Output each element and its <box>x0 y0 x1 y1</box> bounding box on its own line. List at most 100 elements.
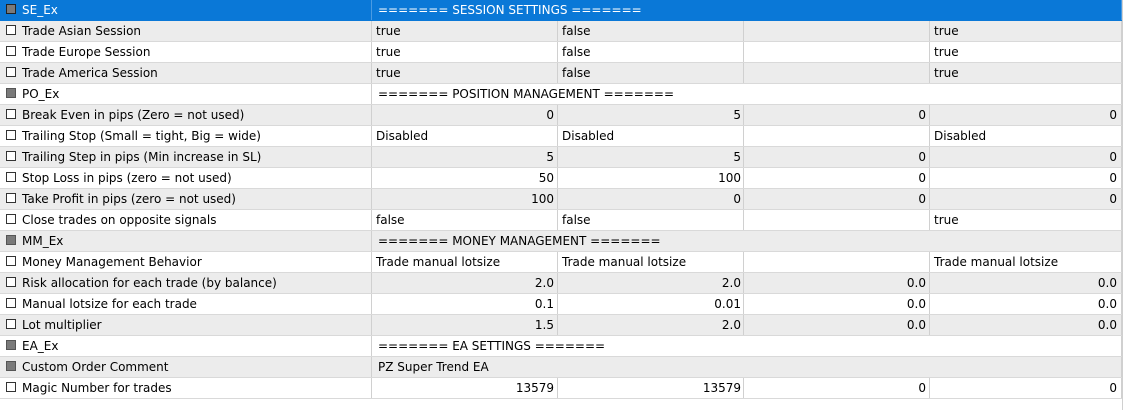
value-cell-col-4[interactable]: Disabled <box>930 126 1122 146</box>
parameter-row[interactable]: Take Profit in pips (zero = not used) 100… <box>0 189 1132 210</box>
parameter-name: Trade Asian Session <box>0 21 372 41</box>
value-cell-col-2[interactable]: 100 <box>558 168 744 188</box>
value-cell-col-4[interactable]: true <box>930 210 1122 230</box>
section-header-value[interactable]: ======= POSITION MANAGEMENT ======= <box>372 84 1122 104</box>
parameter-name: EA_Ex <box>0 336 372 356</box>
value-cell-col-1[interactable]: 2.0 <box>372 273 558 293</box>
value-cell-col-2[interactable]: false <box>558 210 744 230</box>
parameter-row[interactable]: PO_Ex ======= POSITION MANAGEMENT ======= <box>0 84 1132 105</box>
parameter-row[interactable]: Trailing Stop (Small = tight, Big = wide… <box>0 126 1132 147</box>
parameter-name: Trailing Stop (Small = tight, Big = wide… <box>0 126 372 146</box>
section-header-value[interactable]: PZ Super Trend EA <box>372 357 1122 377</box>
value-cell-col-3[interactable] <box>744 42 930 62</box>
value-cell-col-1[interactable]: true <box>372 21 558 41</box>
value-cell-col-4[interactable]: 0 <box>930 168 1122 188</box>
value-cell-col-1[interactable]: true <box>372 42 558 62</box>
parameter-name: Break Even in pips (Zero = not used) <box>0 105 372 125</box>
value-cell-col-1[interactable]: true <box>372 63 558 83</box>
value-cell-col-2[interactable]: 2.0 <box>558 273 744 293</box>
value-cell-col-3[interactable]: 0.0 <box>744 315 930 335</box>
value-cell-col-3[interactable]: 0 <box>744 147 930 167</box>
parameter-row[interactable]: Trade Europe Session true false true <box>0 42 1132 63</box>
parameter-name: Magic Number for trades <box>0 378 372 398</box>
parameter-row[interactable]: Lot multiplier 1.5 2.0 0.0 0.0 <box>0 315 1132 336</box>
parameter-row[interactable]: EA_Ex ======= EA SETTINGS ======= <box>0 336 1132 357</box>
value-cell-col-1[interactable]: 0 <box>372 105 558 125</box>
value-cell-col-1[interactable]: 100 <box>372 189 558 209</box>
section-header-value[interactable]: ======= MONEY MANAGEMENT ======= <box>372 231 1122 251</box>
parameter-name: Custom Order Comment <box>0 357 372 377</box>
parameter-name: PO_Ex <box>0 84 372 104</box>
value-cell-col-3[interactable] <box>744 126 930 146</box>
section-header-value[interactable]: ======= EA SETTINGS ======= <box>372 336 1122 356</box>
parameter-name: Trailing Step in pips (Min increase in S… <box>0 147 372 167</box>
parameter-row[interactable]: Risk allocation for each trade (by balan… <box>0 273 1132 294</box>
value-cell-col-3[interactable] <box>744 63 930 83</box>
parameter-row[interactable]: Money Management Behavior Trade manual lo… <box>0 252 1132 273</box>
value-cell-col-3[interactable]: 0.0 <box>744 273 930 293</box>
value-cell-col-3[interactable] <box>744 21 930 41</box>
value-cell-col-4[interactable]: 0 <box>930 378 1122 398</box>
value-cell-col-1[interactable]: 50 <box>372 168 558 188</box>
value-cell-col-2[interactable]: 0 <box>558 189 744 209</box>
value-cell-col-3[interactable]: 0 <box>744 168 930 188</box>
value-cell-col-4[interactable]: 0 <box>930 189 1122 209</box>
parameter-name: Money Management Behavior <box>0 252 372 272</box>
parameter-row[interactable]: Trailing Step in pips (Min increase in S… <box>0 147 1132 168</box>
parameter-row[interactable]: Close trades on opposite signals false fal… <box>0 210 1132 231</box>
value-cell-col-1[interactable]: 1.5 <box>372 315 558 335</box>
value-cell-col-2[interactable]: 13579 <box>558 378 744 398</box>
parameters-grid: SE_Ex ======= SESSION SETTINGS ======= Tra… <box>0 0 1132 399</box>
value-cell-col-4[interactable]: Trade manual lotsize <box>930 252 1122 272</box>
value-cell-col-2[interactable]: false <box>558 42 744 62</box>
value-cell-col-3[interactable]: 0 <box>744 189 930 209</box>
value-cell-col-1[interactable]: 5 <box>372 147 558 167</box>
value-cell-col-2[interactable]: Trade manual lotsize <box>558 252 744 272</box>
value-cell-col-2[interactable]: Disabled <box>558 126 744 146</box>
value-cell-col-3[interactable] <box>744 252 930 272</box>
section-header-value[interactable]: ======= SESSION SETTINGS ======= <box>372 0 1122 20</box>
value-cell-col-1[interactable]: Disabled <box>372 126 558 146</box>
value-cell-col-4[interactable]: 0.0 <box>930 315 1122 335</box>
parameter-row[interactable]: Break Even in pips (Zero = not used) 0 5 0 0 <box>0 105 1132 126</box>
value-cell-col-2[interactable]: false <box>558 21 744 41</box>
value-cell-col-1[interactable]: 0.1 <box>372 294 558 314</box>
parameter-row[interactable]: SE_Ex ======= SESSION SETTINGS ======= <box>0 0 1132 21</box>
value-cell-col-2[interactable]: false <box>558 63 744 83</box>
parameter-name: Stop Loss in pips (zero = not used) <box>0 168 372 188</box>
parameter-name: Close trades on opposite signals <box>0 210 372 230</box>
parameter-name: Manual lotsize for each trade <box>0 294 372 314</box>
parameter-row[interactable]: Stop Loss in pips (zero = not used) 50 100… <box>0 168 1132 189</box>
parameter-row[interactable]: MM_Ex ======= MONEY MANAGEMENT ======= <box>0 231 1132 252</box>
value-cell-col-4[interactable]: true <box>930 63 1122 83</box>
value-cell-col-3[interactable]: 0 <box>744 105 930 125</box>
value-cell-col-4[interactable]: 0.0 <box>930 294 1122 314</box>
value-cell-col-2[interactable]: 2.0 <box>558 315 744 335</box>
value-cell-col-3[interactable] <box>744 210 930 230</box>
value-cell-col-1[interactable]: false <box>372 210 558 230</box>
parameter-name: MM_Ex <box>0 231 372 251</box>
value-cell-col-4[interactable]: 0.0 <box>930 273 1122 293</box>
parameter-row[interactable]: Manual lotsize for each trade 0.1 0.01 0.0 0… <box>0 294 1132 315</box>
value-cell-col-2[interactable]: 5 <box>558 147 744 167</box>
value-cell-col-4[interactable]: true <box>930 42 1122 62</box>
value-cell-col-3[interactable]: 0 <box>744 378 930 398</box>
parameter-name: SE_Ex <box>0 0 372 20</box>
value-cell-col-2[interactable]: 5 <box>558 105 744 125</box>
value-cell-col-3[interactable]: 0.0 <box>744 294 930 314</box>
value-cell-col-2[interactable]: 0.01 <box>558 294 744 314</box>
parameter-name: Lot multiplier <box>0 315 372 335</box>
grid-right-edge <box>1122 0 1132 410</box>
parameter-row[interactable]: Trade America Session true false true <box>0 63 1132 84</box>
value-cell-col-1[interactable]: 13579 <box>372 378 558 398</box>
parameter-row[interactable]: Magic Number for trades 13579 13579 0 0 <box>0 378 1132 399</box>
value-cell-col-4[interactable]: 0 <box>930 147 1122 167</box>
value-cell-col-4[interactable]: true <box>930 21 1122 41</box>
parameter-row[interactable]: Custom Order Comment PZ Super Trend EA <box>0 357 1132 378</box>
parameter-row[interactable]: Trade Asian Session true false true <box>0 21 1132 42</box>
value-cell-col-1[interactable]: Trade manual lotsize <box>372 252 558 272</box>
parameter-name: Trade America Session <box>0 63 372 83</box>
parameter-name: Trade Europe Session <box>0 42 372 62</box>
parameter-name: Take Profit in pips (zero = not used) <box>0 189 372 209</box>
value-cell-col-4[interactable]: 0 <box>930 105 1122 125</box>
